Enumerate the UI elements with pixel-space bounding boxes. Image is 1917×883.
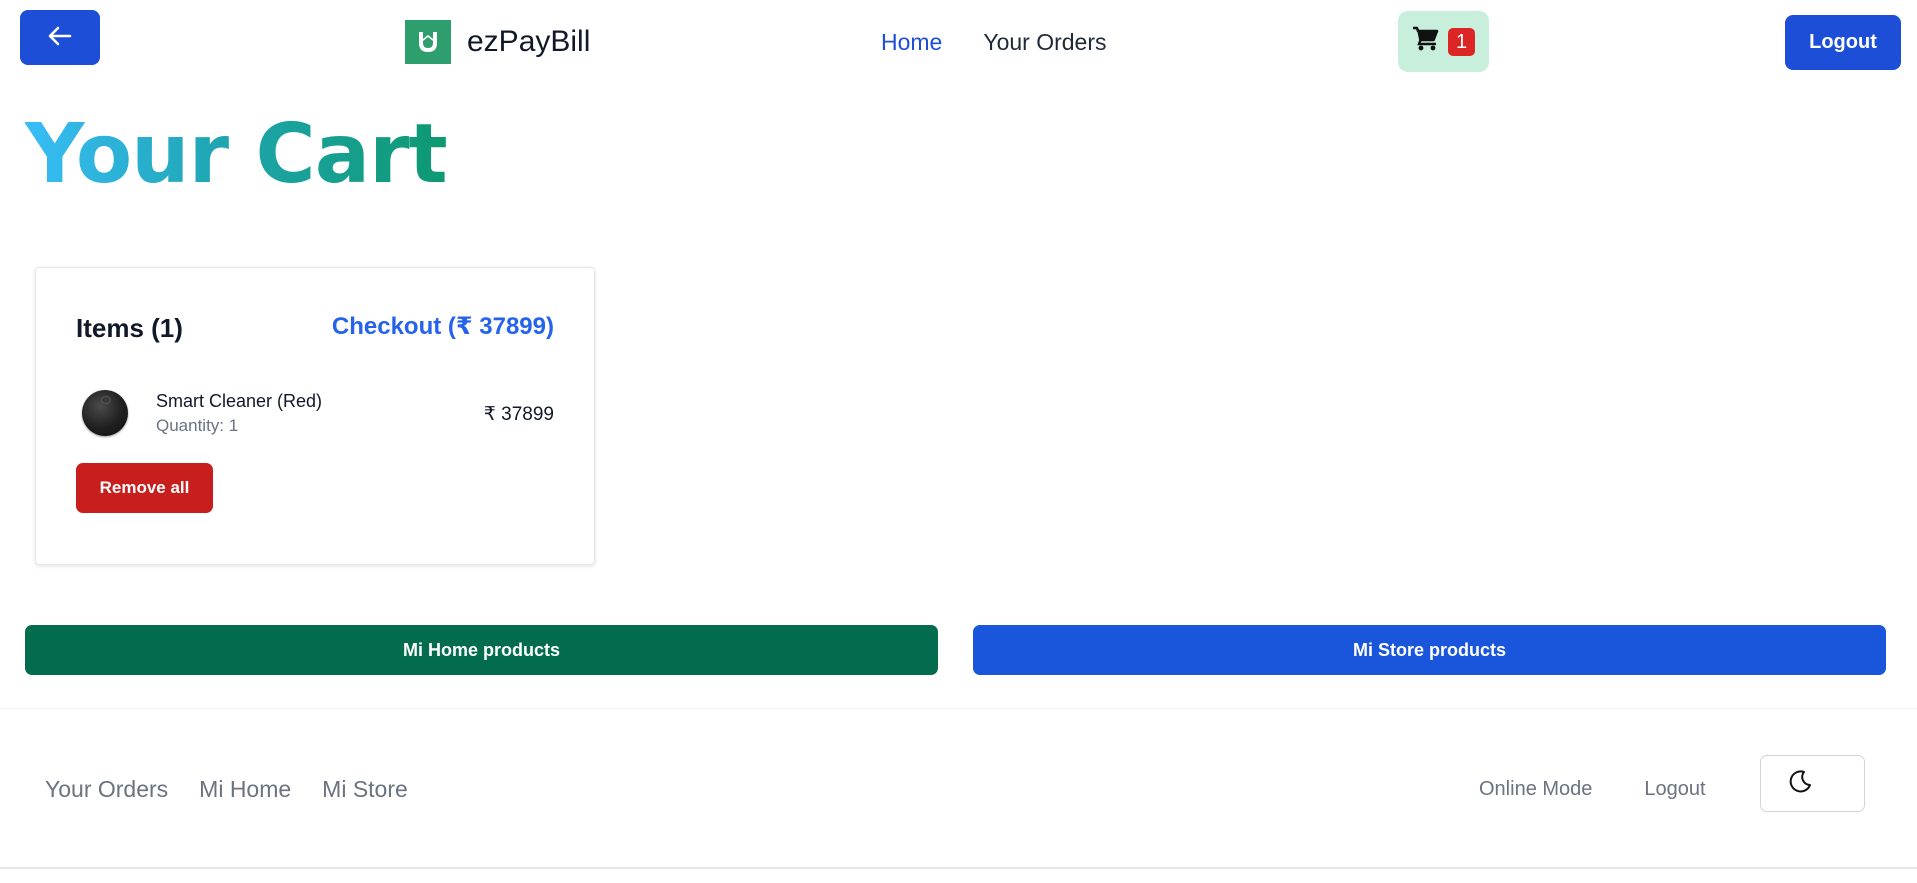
nav-your-orders[interactable]: Your Orders [983,29,1106,56]
footer-links-left: Your Orders Mi Home Mi Store [45,776,408,803]
footer-link-mi-store[interactable]: Mi Store [322,776,408,803]
footer-divider [0,708,1917,709]
product-name: Smart Cleaner (Red) [156,391,323,411]
product-quantity: Quantity: 1 [156,416,239,435]
mi-store-products-button[interactable]: Mi Store products [973,625,1886,675]
product-image [82,390,128,436]
footer-link-your-orders[interactable]: Your Orders [45,776,168,803]
arrow-left-icon [48,26,72,49]
footer-link-logout[interactable]: Logout [1644,778,1705,801]
mi-home-logo [405,20,451,64]
logout-button[interactable]: Logout [1785,15,1901,70]
nav-home[interactable]: Home [881,29,942,56]
shopping-cart-icon [1412,26,1440,57]
cart-count-badge: 1 [1447,27,1476,56]
footer-link-online-mode[interactable]: Online Mode [1479,778,1592,801]
theme-toggle-button[interactable] [1760,755,1865,812]
footer-link-mi-home[interactable]: Mi Home [199,776,291,803]
header: ezPayBill Home Your Orders 1 Logout [0,0,1917,90]
brand[interactable]: ezPayBill [405,20,590,64]
footer-bottom-border [0,867,1917,869]
checkout-link[interactable]: Checkout (₹ 37899) [332,312,554,341]
items-title: Items (1) [76,313,183,343]
cart-button[interactable]: 1 [1398,11,1489,72]
mi-home-products-button[interactable]: Mi Home products [25,625,938,675]
page-title: Your Cart [25,105,448,205]
moon-icon [1787,769,1813,798]
product-price: ₹ 37899 [483,404,554,425]
remove-all-button[interactable]: Remove all [76,463,213,513]
back-button[interactable] [20,10,100,65]
footer-links-right: Online Mode Logout [1479,778,1706,801]
brand-name: ezPayBill [467,25,591,58]
cart-card: Items (1) Checkout (₹ 37899) Smart Clean… [35,267,595,565]
main-nav: Home Your Orders [881,29,1107,56]
